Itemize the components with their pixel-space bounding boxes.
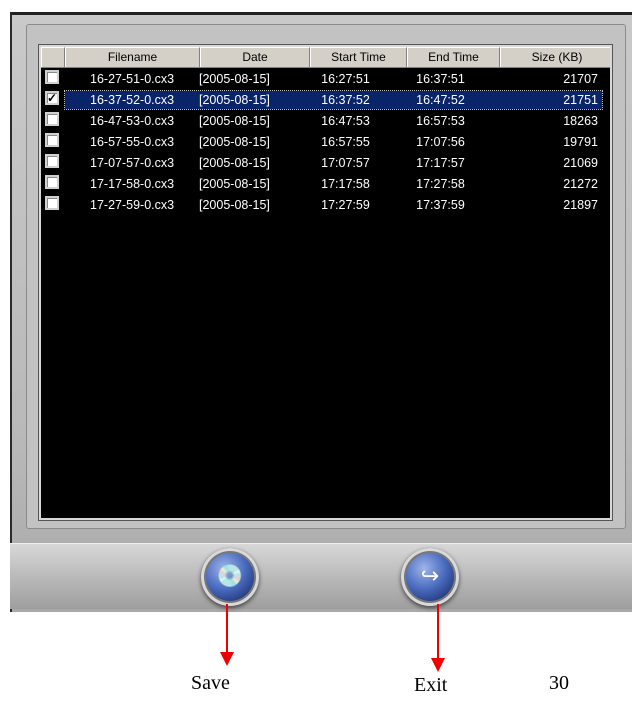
save-callout-arrowhead [220, 652, 234, 666]
row-cells: 17-17-58-0.cx3 [2005-08-15] 17:17:58 17:27:… [65, 175, 602, 193]
cell-size: 21272 [563, 176, 598, 191]
cell-date: [2005-08-15] [199, 197, 270, 212]
cell-filename: 17-27-59-0.cx3 [90, 197, 175, 212]
cell-size: 21751 [563, 92, 598, 107]
exit-callout-line [437, 604, 439, 660]
cell-filename: 17-07-57-0.cx3 [90, 155, 175, 170]
cell-start-time: 17:27:59 [321, 197, 370, 212]
row-checkbox[interactable] [45, 175, 59, 189]
table-row[interactable]: 17-07-57-0.cx3 [2005-08-15] 17:07:57 17:17:… [41, 152, 610, 173]
cell-date: [2005-08-15] [199, 71, 270, 86]
cell-filename: 16-37-52-0.cx3 [90, 92, 175, 107]
cell-size: 18263 [563, 113, 598, 128]
page-number: 30 [549, 672, 569, 694]
column-header-end-time[interactable]: End Time [407, 47, 500, 67]
row-cells: 16-37-52-0.cx3 [2005-08-15] 16:37:52 16:47:… [64, 89, 603, 110]
cell-start-time: 16:47:53 [321, 113, 370, 128]
cell-end-time: 17:17:57 [416, 155, 465, 170]
row-cells: 16-47-53-0.cx3 [2005-08-15] 16:47:53 16:57:… [65, 112, 602, 130]
cell-date: [2005-08-15] [199, 92, 270, 107]
column-header-check[interactable] [41, 47, 65, 67]
row-cells: 16-27-51-0.cx3 [2005-08-15] 16:27:51 16:37:… [65, 70, 602, 88]
cell-start-time: 17:07:57 [321, 155, 370, 170]
exit-arrow-icon: ↪ [420, 564, 440, 589]
button-bar [10, 543, 632, 609]
column-header-filename[interactable]: Filename [65, 47, 200, 67]
cell-end-time: 17:37:59 [416, 197, 465, 212]
cell-start-time: 17:17:58 [321, 176, 370, 191]
cell-filename: 17-17-58-0.cx3 [90, 176, 175, 191]
cell-end-time: 17:27:58 [416, 176, 465, 191]
row-checkbox[interactable] [45, 70, 59, 84]
cell-start-time: 16:37:52 [321, 92, 370, 107]
cell-filename: 16-57-55-0.cx3 [90, 134, 175, 149]
cell-start-time: 16:57:55 [321, 134, 370, 149]
save-caption: Save [191, 672, 230, 694]
cell-filename: 16-47-53-0.cx3 [90, 113, 175, 128]
cell-date: [2005-08-15] [199, 176, 270, 191]
table-row[interactable]: 16-57-55-0.cx3 [2005-08-15] 16:57:55 17:07:… [41, 131, 610, 152]
cell-size: 21707 [563, 71, 598, 86]
row-cells: 17-27-59-0.cx3 [2005-08-15] 17:27:59 17:37:… [65, 196, 602, 214]
row-checkbox[interactable] [45, 112, 59, 126]
disk-save-icon: 💿 [216, 564, 244, 589]
cell-end-time: 16:37:51 [416, 71, 465, 86]
save-button[interactable]: 💿 [201, 548, 259, 606]
table-row[interactable]: 17-27-59-0.cx3 [2005-08-15] 17:27:59 17:37:… [41, 194, 610, 215]
exit-button[interactable]: ↪ [401, 548, 459, 606]
column-header-date[interactable]: Date [200, 47, 310, 67]
cell-date: [2005-08-15] [199, 155, 270, 170]
column-header-start-time[interactable]: Start Time [310, 47, 407, 67]
table-row[interactable]: 17-17-58-0.cx3 [2005-08-15] 17:17:58 17:27:… [41, 173, 610, 194]
row-checkbox[interactable]: ✓ [45, 91, 59, 105]
row-cells: 16-57-55-0.cx3 [2005-08-15] 16:57:55 17:07:… [65, 133, 602, 151]
file-list-rows: 16-27-51-0.cx3 [2005-08-15] 16:27:51 16:37:… [41, 68, 610, 215]
table-row[interactable]: ✓ 16-37-52-0.cx3 [2005-08-15] 16:37:52 16:47… [41, 89, 610, 110]
cell-filename: 16-27-51-0.cx3 [90, 71, 175, 86]
row-checkbox[interactable] [45, 133, 59, 147]
cell-date: [2005-08-15] [199, 113, 270, 128]
cell-start-time: 16:27:51 [321, 71, 370, 86]
cell-size: 21069 [563, 155, 598, 170]
exit-caption: Exit [414, 674, 448, 696]
save-callout-line [226, 604, 228, 654]
file-list[interactable]: Filename Date Start Time End Time Size (… [39, 45, 612, 520]
row-checkbox[interactable] [45, 196, 59, 210]
cell-end-time: 16:47:52 [416, 92, 465, 107]
cell-end-time: 16:57:53 [416, 113, 465, 128]
column-header-size[interactable]: Size (KB) [500, 47, 610, 67]
file-list-header: Filename Date Start Time End Time Size (… [41, 47, 610, 68]
table-row[interactable]: 16-27-51-0.cx3 [2005-08-15] 16:27:51 16:37:… [41, 68, 610, 89]
table-row[interactable]: 16-47-53-0.cx3 [2005-08-15] 16:47:53 16:57:… [41, 110, 610, 131]
cell-size: 19791 [563, 134, 598, 149]
cell-end-time: 17:07:56 [416, 134, 465, 149]
row-checkbox[interactable] [45, 154, 59, 168]
cell-date: [2005-08-15] [199, 134, 270, 149]
cell-size: 21897 [563, 197, 598, 212]
exit-callout-arrowhead [431, 658, 445, 672]
file-list-panel: Filename Date Start Time End Time Size (… [26, 24, 626, 529]
row-cells: 17-07-57-0.cx3 [2005-08-15] 17:07:57 17:17:… [65, 154, 602, 172]
